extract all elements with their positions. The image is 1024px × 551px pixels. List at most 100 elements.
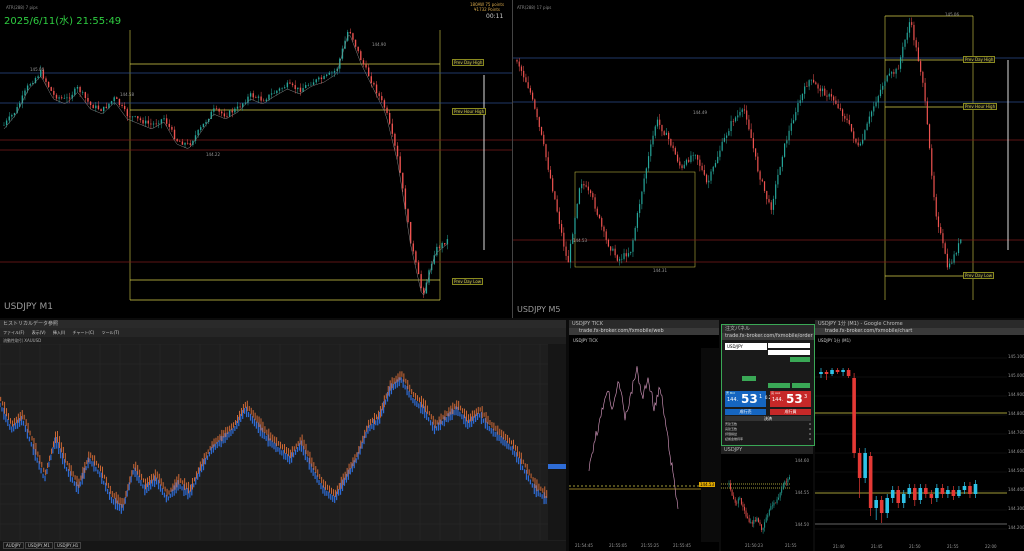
option-field: [768, 343, 810, 348]
candle-symbol: USDJPY 1分 (M1): [818, 338, 851, 343]
candle-body: [896, 490, 901, 503]
candle-body: [875, 102, 877, 107]
candle-body: [846, 118, 848, 121]
candle-body: [837, 103, 839, 109]
indicator-label: ATR(288) 7 pips: [6, 5, 38, 10]
level-label-prev-hour-high: Prev Hour High: [452, 108, 487, 115]
candle-body: [66, 97, 68, 99]
candle-body: [699, 159, 701, 166]
menu-view[interactable]: 表示(V): [32, 330, 46, 335]
tab-usdjpy-h1[interactable]: USDJPY,H1: [54, 542, 82, 549]
tick-price-chart[interactable]: [569, 348, 719, 542]
toggle-green[interactable]: [742, 376, 756, 381]
candle-body: [370, 76, 372, 83]
candle-body: [717, 156, 719, 164]
sell-quote-box[interactable]: 売 Bid 144. 53 1: [725, 391, 766, 407]
candle-body: [294, 85, 296, 90]
candle-body: [45, 78, 47, 82]
candle-price-label: 144.400: [1008, 487, 1024, 492]
tab-usdjpy-m1[interactable]: USDJPY,M1: [24, 542, 53, 549]
candle-body: [37, 76, 39, 79]
candle-body: [862, 139, 864, 144]
candle-chart-window[interactable]: USDJPY 1分 (M1) - Google Chrome trade.fx-…: [815, 320, 1024, 551]
candle-body: [412, 243, 414, 252]
tick-time-label: 21:55:45: [673, 543, 691, 548]
menu-tools[interactable]: ツール(T): [102, 330, 120, 335]
option-button[interactable]: [790, 357, 810, 362]
candle-body: [674, 148, 676, 155]
price-label: 144.90: [372, 42, 386, 47]
candle-body: [654, 126, 656, 136]
candle-body: [158, 123, 160, 125]
candle-body: [848, 120, 850, 124]
candle-body: [131, 116, 134, 118]
candle-price-chart[interactable]: [815, 348, 1024, 542]
mini-price-label: 144.55: [795, 490, 809, 495]
candle-body: [420, 274, 422, 289]
menu-file[interactable]: ファイル(F): [3, 330, 24, 335]
market-sell-button[interactable]: 成行売: [725, 409, 766, 415]
candle-body: [736, 502, 738, 504]
candle-body: [415, 251, 417, 263]
candle-body: [747, 516, 749, 519]
position-table: 売建玉数 0 買建玉数 0 評価損益 0 証拠金維持率 0: [725, 422, 811, 442]
candle-body: [779, 492, 781, 498]
candle-body: [768, 509, 770, 516]
buy-quote-box[interactable]: 買 Ask 144. 53 3: [770, 391, 811, 407]
candle-timer: 00:11: [486, 13, 504, 20]
candle-body: [354, 39, 357, 47]
order-panel-window[interactable]: 注文パネル trade.fx-broker.com/fxmobile/order…: [721, 324, 815, 446]
candle-body: [538, 117, 540, 127]
candle-body: [710, 171, 712, 181]
candle-body: [404, 188, 407, 210]
tick-chart-window[interactable]: USDJPY TICK trade.fx-broker.com/fxmobile…: [569, 320, 719, 551]
candle-body: [708, 180, 710, 183]
option-field: [768, 350, 810, 355]
candle-body: [685, 159, 688, 165]
currency-pair-select[interactable]: USD/JPY: [725, 343, 767, 350]
candle-body: [731, 489, 733, 496]
history-window[interactable]: ヒストリカルデータ参照 ファイル(F) 表示(V) 挿入(I) チャート(C) …: [0, 320, 566, 551]
candle-body: [920, 61, 922, 72]
tick-url-bar[interactable]: trade.fx-broker.com/fxmobile/web: [569, 328, 719, 335]
candle-body: [561, 223, 563, 233]
tab-audjpy[interactable]: AUDJPY: [3, 542, 24, 549]
option-btn-b[interactable]: [792, 383, 810, 388]
candle-body: [284, 87, 286, 89]
tick-time-label: 21:55:05: [609, 543, 627, 548]
chart-usdjpy-m5[interactable]: ATR(288) 17 pips Prev Day High Prev Hour…: [513, 0, 1024, 318]
candle-body: [236, 106, 239, 109]
option-btn-a[interactable]: [768, 383, 790, 388]
candle-body: [935, 488, 939, 498]
candle-body: [694, 154, 696, 156]
m1-price-chart[interactable]: [0, 0, 512, 318]
candle-url-bar[interactable]: trade.fx-broker.com/fxmobile/chart: [815, 328, 1024, 335]
candle-body: [933, 175, 935, 198]
candle-body: [697, 154, 699, 160]
sell-label: 売 Bid: [726, 391, 735, 395]
market-buy-button[interactable]: 成行買: [770, 409, 811, 415]
candle-body: [750, 129, 752, 139]
candle-body: [940, 227, 942, 234]
candle-body: [656, 119, 659, 127]
candle-body: [307, 84, 310, 86]
chart-usdjpy-m1[interactable]: 2025/6/11(水) 21:55:49 ATR(288) 7 pips 18…: [0, 0, 513, 318]
candle-body: [614, 248, 616, 256]
mini-price-chart[interactable]: [721, 454, 813, 542]
candle-body: [181, 141, 184, 145]
settle-button[interactable]: 決済: [725, 416, 811, 421]
candle-body: [583, 184, 585, 186]
candle-body: [444, 243, 446, 245]
menu-insert[interactable]: 挿入(I): [53, 330, 65, 335]
candle-body: [223, 113, 226, 117]
menu-chart[interactable]: チャート(C): [72, 330, 94, 335]
candle-body: [118, 98, 121, 105]
panel-url-bar[interactable]: trade.fx-broker.com/fxmobile/order: [722, 333, 814, 340]
m5-price-chart[interactable]: [513, 0, 1024, 318]
candle-body: [520, 66, 523, 71]
mini-chart-window[interactable]: USDJPY 144.60 144.55 144.50 21:50:23 21:…: [721, 446, 813, 551]
history-price-chart[interactable]: [0, 344, 566, 540]
price-axis-bg: [548, 344, 566, 540]
candle-body: [960, 239, 962, 244]
candle-body: [375, 84, 378, 94]
